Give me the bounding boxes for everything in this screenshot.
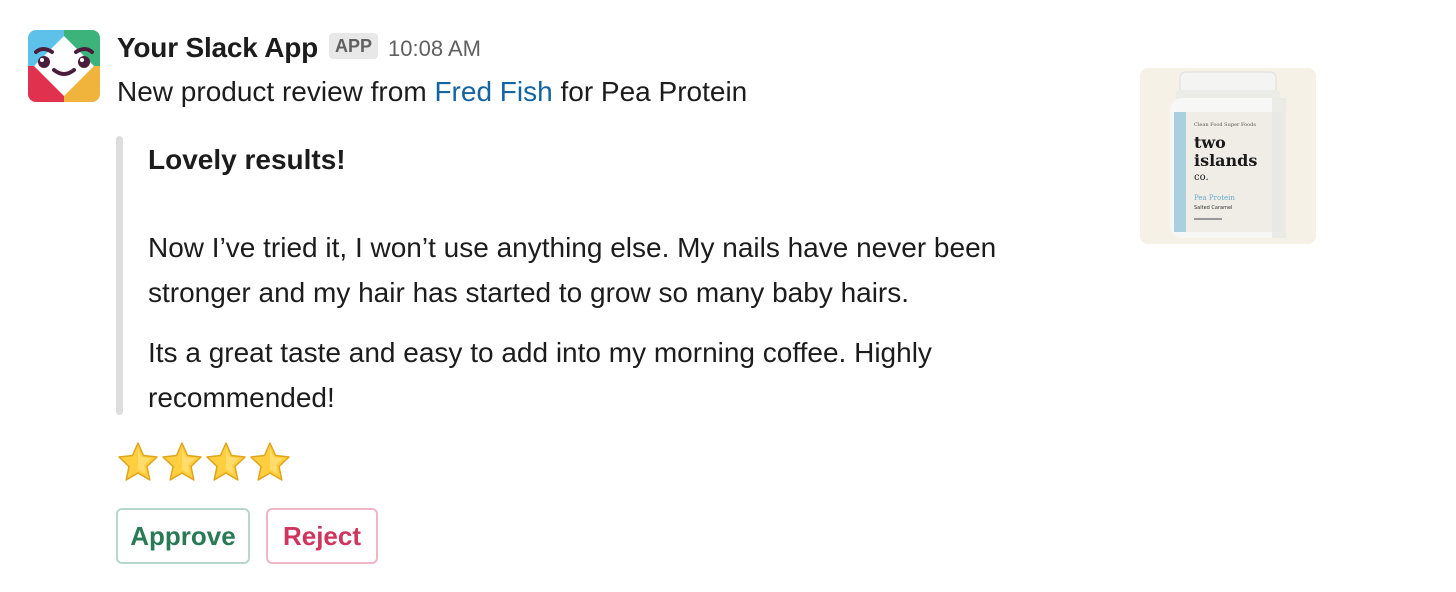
intro-prefix: New product review from — [117, 76, 435, 107]
intro-suffix: for Pea Protein — [552, 76, 748, 107]
review-title: Lovely results! — [148, 144, 346, 175]
app-name[interactable]: Your Slack App — [117, 32, 318, 64]
message-header: Your Slack App APP 10:08 AM — [117, 28, 481, 68]
jar-flavor-line1: Pea Protein — [1194, 194, 1235, 202]
jar-top-text: Clean Food Super Foods — [1194, 122, 1256, 128]
quote-bar — [116, 136, 123, 415]
star-icon — [250, 442, 290, 481]
app-badge: APP — [329, 33, 379, 59]
app-avatar[interactable] — [28, 30, 100, 102]
review-paragraph-2: Its a great taste and easy to add into m… — [148, 337, 932, 413]
star-icon — [162, 442, 202, 481]
star-icon — [118, 442, 158, 481]
reviewer-link[interactable]: Fred Fish — [434, 76, 552, 107]
message-intro: New product review from Fred Fish for Pe… — [117, 74, 747, 110]
jar-brand-line3: co. — [1194, 172, 1209, 183]
product-jar-image: Clean Food Super Foods two islands co. P… — [1140, 68, 1316, 244]
message-timestamp[interactable]: 10:08 AM — [388, 36, 481, 62]
review-quote: Lovely results! Now I’ve tried it, I won… — [116, 136, 1076, 415]
app-avatar-icon — [28, 30, 100, 102]
jar-brand-line1: two — [1194, 133, 1226, 152]
review-paragraph-1: Now I’ve tried it, I won’t use anything … — [148, 232, 997, 308]
jar-flavor-line2: Salted Caramel — [1194, 205, 1232, 211]
approve-button[interactable]: Approve — [116, 508, 250, 564]
star-icon — [206, 442, 246, 481]
rating-stars — [116, 440, 292, 484]
product-image[interactable]: Clean Food Super Foods two islands co. P… — [1140, 68, 1316, 244]
reject-button[interactable]: Reject — [266, 508, 378, 564]
jar-brand-line2: islands — [1194, 151, 1257, 170]
